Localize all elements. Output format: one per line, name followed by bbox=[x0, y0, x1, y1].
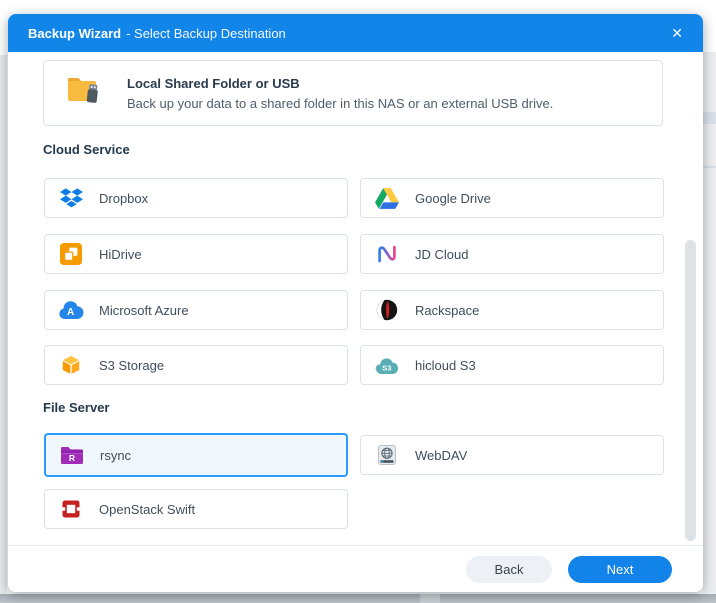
option-rackspace[interactable]: Rackspace bbox=[360, 290, 664, 330]
google-drive-icon bbox=[374, 185, 400, 211]
page-background-bottom bbox=[0, 594, 716, 603]
dialog-subtitle: - Select Backup Destination bbox=[126, 25, 286, 41]
dropbox-icon bbox=[58, 185, 84, 211]
close-icon[interactable]: ✕ bbox=[671, 26, 683, 40]
option-label: HiDrive bbox=[99, 246, 142, 262]
option-label: Dropbox bbox=[99, 190, 149, 206]
option-label: Rackspace bbox=[415, 302, 480, 318]
option-label: S3 Storage bbox=[99, 357, 165, 373]
page-background-right bbox=[703, 52, 716, 594]
local-option-title: Local Shared Folder or USB bbox=[127, 75, 300, 91]
dialog-title: Backup Wizard bbox=[28, 25, 122, 41]
local-option-description: Back up your data to a shared folder in … bbox=[127, 95, 554, 111]
page-background-band bbox=[703, 112, 716, 124]
section-heading-cloud-service: Cloud Service bbox=[43, 142, 130, 157]
option-hicloud-s3[interactable]: S3 hicloud S3 bbox=[360, 345, 664, 385]
hicloud-s3-text: S3 bbox=[382, 363, 391, 372]
hicloud-cloud-icon: S3 bbox=[374, 352, 400, 378]
option-dropbox[interactable]: Dropbox bbox=[44, 178, 348, 218]
dialog-footer: Back Next bbox=[8, 545, 703, 592]
option-label: WebDAV bbox=[415, 447, 468, 463]
page-background-left bbox=[0, 55, 7, 594]
scrollbar-thumb[interactable] bbox=[685, 240, 696, 541]
s3-cube-icon bbox=[58, 352, 84, 378]
option-webdav[interactable]: WebDAV bbox=[360, 435, 664, 475]
jd-cloud-icon bbox=[374, 241, 400, 267]
openstack-icon bbox=[58, 496, 84, 522]
next-button[interactable]: Next bbox=[568, 555, 672, 583]
dialog-titlebar: Backup Wizard - Select Backup Destinatio… bbox=[8, 14, 703, 52]
page-background-line bbox=[703, 166, 716, 168]
dialog-body: Local Shared Folder or USB Back up your … bbox=[8, 52, 703, 545]
option-microsoft-azure[interactable]: A Microsoft Azure bbox=[44, 290, 348, 330]
option-label: JD Cloud bbox=[415, 246, 469, 262]
option-label: hicloud S3 bbox=[415, 357, 476, 373]
rsync-letter: R bbox=[69, 453, 75, 463]
option-label: OpenStack Swift bbox=[99, 501, 196, 517]
rsync-folder-icon: R bbox=[59, 442, 85, 468]
webdav-globe-icon bbox=[374, 442, 400, 468]
option-s3-storage[interactable]: S3 Storage bbox=[44, 345, 348, 385]
option-jd-cloud[interactable]: JD Cloud bbox=[360, 234, 664, 274]
option-openstack-swift[interactable]: OpenStack Swift bbox=[44, 489, 348, 529]
folder-usb-icon bbox=[65, 74, 105, 113]
section-heading-file-server: File Server bbox=[43, 400, 110, 415]
backup-wizard-dialog: Backup Wizard - Select Backup Destinatio… bbox=[8, 14, 703, 592]
page-background-scroll-corner bbox=[420, 594, 440, 603]
option-local-shared-folder[interactable]: Local Shared Folder or USB Back up your … bbox=[43, 60, 663, 126]
option-rsync[interactable]: R rsync bbox=[44, 433, 348, 477]
hidrive-icon bbox=[58, 241, 84, 267]
back-button[interactable]: Back bbox=[466, 555, 552, 583]
rackspace-icon bbox=[374, 297, 400, 323]
azure-cloud-icon: A bbox=[58, 297, 84, 323]
azure-letter: A bbox=[67, 307, 74, 318]
option-hidrive[interactable]: HiDrive bbox=[44, 234, 348, 274]
option-label: Google Drive bbox=[415, 190, 491, 206]
option-label: Microsoft Azure bbox=[99, 302, 189, 318]
option-google-drive[interactable]: Google Drive bbox=[360, 178, 664, 218]
option-label: rsync bbox=[100, 447, 132, 463]
